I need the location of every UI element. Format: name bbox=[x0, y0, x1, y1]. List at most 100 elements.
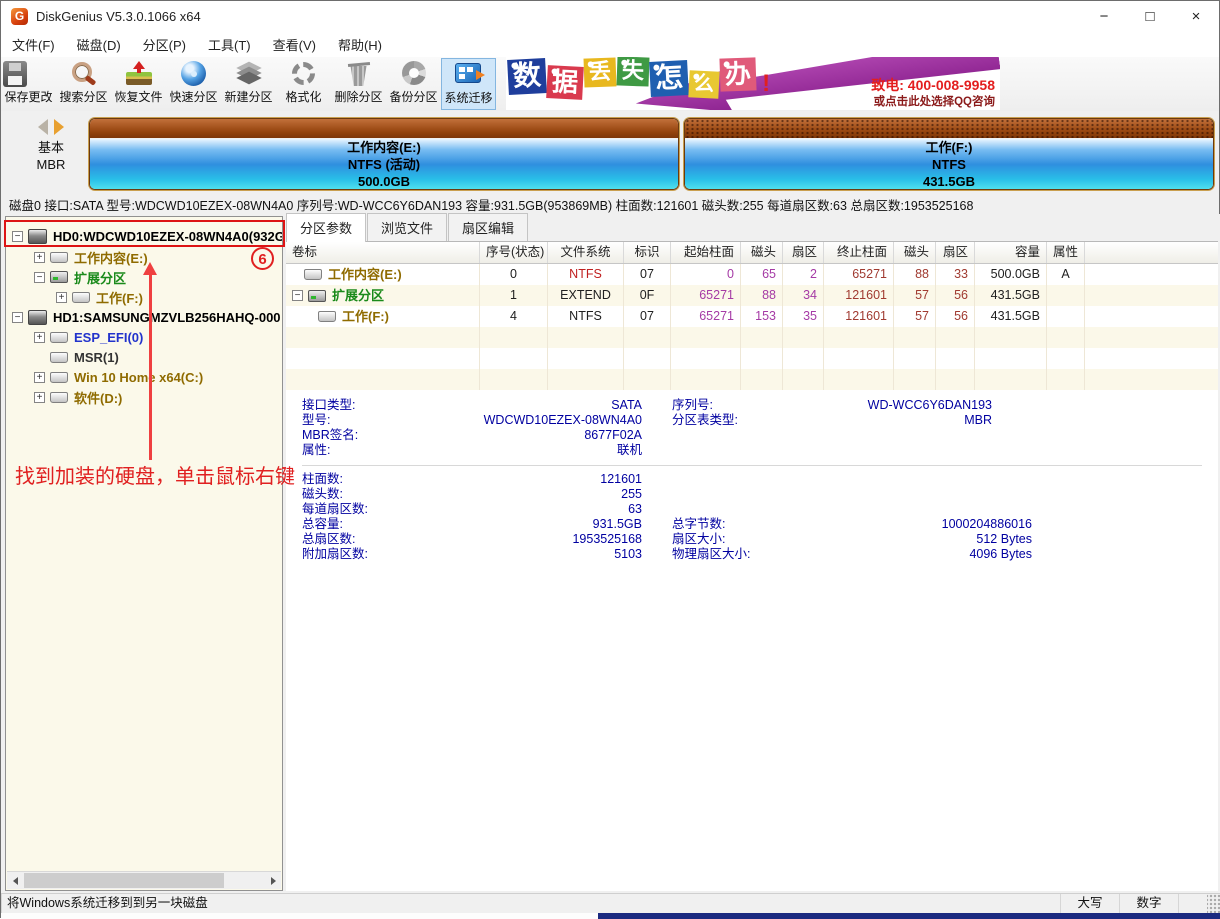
detail-value bbox=[804, 443, 992, 458]
table-cell: 07 bbox=[624, 264, 671, 285]
new-partition-button[interactable]: 新建分区 bbox=[221, 58, 276, 110]
column-header[interactable]: 起始柱面 bbox=[671, 242, 741, 263]
column-header[interactable]: 容量 bbox=[975, 242, 1047, 263]
tree-horizontal-scrollbar[interactable] bbox=[7, 871, 281, 889]
column-header[interactable]: 磁头 bbox=[894, 242, 936, 263]
partition-name: 工作(F:) bbox=[685, 139, 1213, 156]
expand-icon[interactable]: + bbox=[34, 392, 45, 403]
resize-grip[interactable] bbox=[1207, 894, 1220, 914]
delete-partition-icon bbox=[345, 61, 373, 87]
empty-cell bbox=[894, 348, 936, 369]
collapse-icon[interactable]: − bbox=[34, 272, 45, 283]
disk-nav: 基本 MBR bbox=[21, 119, 81, 173]
empty-cell bbox=[975, 327, 1047, 348]
collapse-icon[interactable]: − bbox=[12, 312, 23, 323]
banner-contact[interactable]: 致电: 400-008-9958 或点击此处选择QQ咨询 bbox=[871, 77, 995, 109]
num-indicator: 数字 bbox=[1120, 894, 1179, 914]
expand-icon[interactable]: + bbox=[56, 292, 67, 303]
menu-file[interactable]: 文件(F) bbox=[1, 35, 66, 54]
table-row[interactable] bbox=[286, 348, 1218, 369]
table-row[interactable] bbox=[286, 369, 1218, 390]
partition-bar-f[interactable]: 工作(F:) NTFS 431.5GB bbox=[684, 118, 1214, 190]
expand-icon[interactable]: + bbox=[34, 332, 45, 343]
column-header[interactable]: 扇区 bbox=[936, 242, 975, 263]
empty-cell bbox=[936, 348, 975, 369]
promo-banner[interactable]: 数据丢失怎么办! DiskGenius 团队为您服务 致电: 400-008-9… bbox=[506, 57, 1000, 110]
partition-bar-e[interactable]: 工作内容(E:) NTFS (活动) 500.0GB bbox=[89, 118, 679, 190]
tree-item-4[interactable]: −HD1:SAMSUNGMZVLB256HAHQ-000 bbox=[6, 307, 282, 327]
backup-partition-button[interactable]: 备份分区 bbox=[386, 58, 441, 110]
tab-sector-edit[interactable]: 扇区编辑 bbox=[448, 213, 528, 241]
column-header[interactable]: 标识 bbox=[624, 242, 671, 263]
expand-icon[interactable]: + bbox=[34, 252, 45, 263]
format-button[interactable]: 格式化 bbox=[276, 58, 331, 110]
column-header[interactable]: 属性 bbox=[1047, 242, 1085, 263]
table-cell: 121601 bbox=[824, 285, 894, 306]
statusbar-spacer bbox=[1179, 894, 1207, 914]
table-cell: 34 bbox=[783, 285, 824, 306]
menu-disk[interactable]: 磁盘(D) bbox=[66, 35, 132, 54]
volume-cell: −扩展分区 bbox=[286, 285, 480, 306]
empty-cell bbox=[824, 327, 894, 348]
empty-cell bbox=[286, 348, 480, 369]
detail-gap bbox=[642, 502, 672, 517]
detail-label bbox=[672, 487, 804, 502]
table-cell: 56 bbox=[936, 306, 975, 327]
partition-icon bbox=[50, 352, 68, 363]
column-header[interactable]: 文件系统 bbox=[548, 242, 624, 263]
close-button[interactable]: × bbox=[1173, 1, 1219, 31]
collapse-icon[interactable]: − bbox=[292, 290, 303, 301]
tree-item-3[interactable]: + 工作(F:) bbox=[6, 287, 282, 307]
column-header[interactable]: 终止柱面 bbox=[824, 242, 894, 263]
menu-tools[interactable]: 工具(T) bbox=[197, 35, 262, 54]
backup-partition-icon bbox=[400, 61, 428, 87]
table-row[interactable] bbox=[286, 327, 1218, 348]
tree-item-6[interactable]: MSR(1) bbox=[6, 347, 282, 367]
search-partition-button[interactable]: 搜索分区 bbox=[56, 58, 111, 110]
column-header[interactable]: 序号(状态) bbox=[480, 242, 548, 263]
tab-browse-files[interactable]: 浏览文件 bbox=[367, 213, 447, 241]
menu-partition[interactable]: 分区(P) bbox=[132, 35, 197, 54]
recover-files-button[interactable]: 恢复文件 bbox=[111, 58, 166, 110]
disk-scheme-label: MBR bbox=[21, 156, 81, 173]
annotation-step-badge: 6 bbox=[251, 247, 274, 270]
tree-item-7[interactable]: +Win 10 Home x64(C:) bbox=[6, 367, 282, 387]
menu-help[interactable]: 帮助(H) bbox=[327, 35, 393, 54]
menu-view[interactable]: 查看(V) bbox=[262, 35, 327, 54]
scrollbar-thumb[interactable] bbox=[24, 873, 224, 888]
minimize-button[interactable]: − bbox=[1081, 1, 1127, 31]
table-cell: 0 bbox=[671, 264, 741, 285]
column-header[interactable]: 磁头 bbox=[741, 242, 783, 263]
table-cell: 153 bbox=[741, 306, 783, 327]
tree-item-5[interactable]: +ESP_EFI(0) bbox=[6, 327, 282, 347]
delete-partition-button[interactable]: 删除分区 bbox=[331, 58, 386, 110]
expand-icon[interactable]: + bbox=[34, 372, 45, 383]
status-message: 将Windows系统迁移到到另一块磁盘 bbox=[1, 894, 1061, 914]
empty-cell bbox=[741, 327, 783, 348]
scroll-left-icon[interactable] bbox=[7, 873, 23, 888]
quick-partition-button[interactable]: 快速分区 bbox=[166, 58, 221, 110]
table-row[interactable]: 工作内容(E:)0NTFS070652652718833500.0GBA bbox=[286, 264, 1218, 285]
tree-item-label: 工作(F:) bbox=[96, 288, 143, 307]
save-changes-button[interactable]: 保存更改 bbox=[1, 58, 56, 110]
table-cell: NTFS bbox=[548, 306, 624, 327]
tab-partition-params[interactable]: 分区参数 bbox=[286, 213, 366, 242]
column-header[interactable]: 卷标 bbox=[286, 242, 480, 263]
detail-label: 附加扇区数: bbox=[302, 547, 420, 562]
banner-slogan-char: 办 bbox=[720, 57, 757, 91]
table-cell: 57 bbox=[894, 285, 936, 306]
column-header[interactable]: 扇区 bbox=[783, 242, 824, 263]
table-row[interactable]: −扩展分区1EXTEND0F6527188341216015756431.5GB bbox=[286, 285, 1218, 306]
next-disk-icon[interactable] bbox=[54, 119, 64, 135]
maximize-button[interactable]: □ bbox=[1127, 1, 1173, 31]
system-migrate-button[interactable]: 系统迁移 bbox=[441, 58, 496, 110]
volume-cell: 工作(F:) bbox=[286, 306, 480, 327]
scroll-right-icon[interactable] bbox=[265, 873, 281, 888]
detail-gap bbox=[642, 532, 672, 547]
detail-value: 512 Bytes bbox=[804, 532, 1032, 547]
prev-disk-icon[interactable] bbox=[38, 119, 48, 135]
detail-value: MBR bbox=[804, 413, 992, 428]
tree-item-8[interactable]: +软件(D:) bbox=[6, 387, 282, 407]
empty-cell bbox=[548, 348, 624, 369]
table-row[interactable]: 工作(F:)4NTFS0765271153351216015756431.5GB bbox=[286, 306, 1218, 327]
